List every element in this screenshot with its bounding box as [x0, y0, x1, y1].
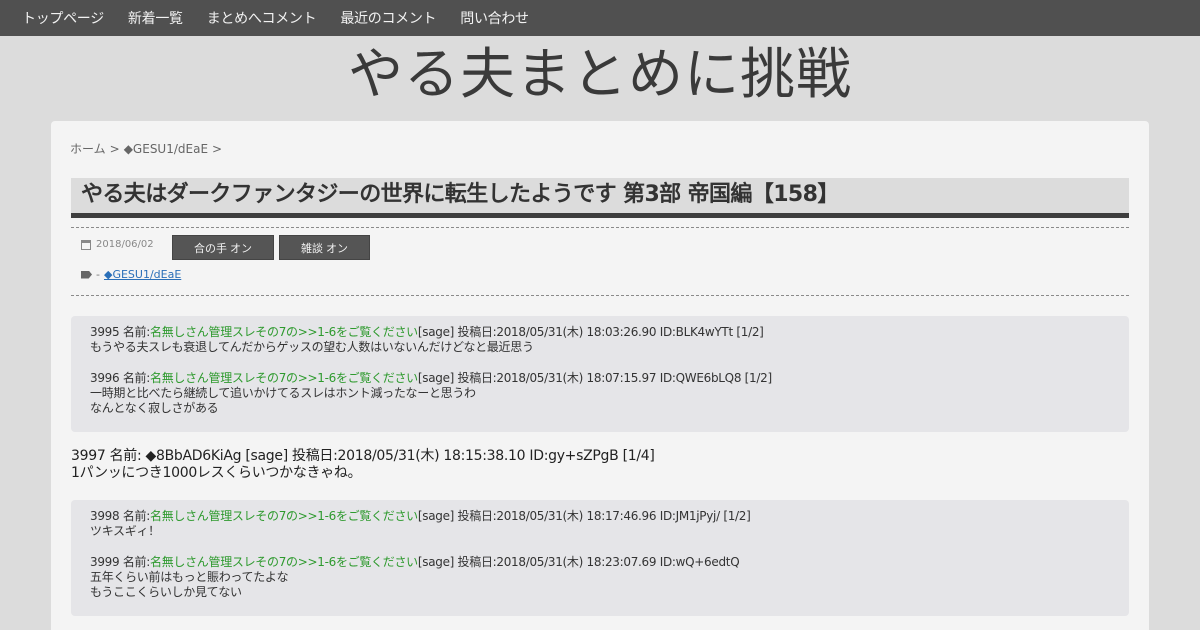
response-meta: [sage] 投稿日:2018/05/31(木) 18:17:46.96 ID:…	[417, 509, 751, 523]
response-name: 名無しさん管理スレその7の>>1-6をご覧ください	[150, 555, 418, 569]
response-header: 3997 名前: ◆8BbAD6KiAg [sage] 投稿日:2018/05/…	[71, 448, 655, 464]
calendar-icon	[81, 239, 91, 250]
response-header: 3995 名前:名無しさん管理スレその7の>>1-6をご覧ください[sage] …	[90, 325, 1110, 340]
response-3996: 3996 名前:名無しさん管理スレその7の>>1-6をご覧ください[sage] …	[90, 371, 1110, 416]
response-meta: [sage] 投稿日:2018/05/31(木) 18:23:07.69 ID:…	[417, 555, 740, 569]
response-3999: 3999 名前:名無しさん管理スレその7の>>1-6をご覧ください[sage] …	[90, 555, 1110, 600]
comment-box: 3998 名前:名無しさん管理スレその7の>>1-6をご覧ください[sage] …	[71, 500, 1129, 616]
tag-prefix: -	[96, 268, 100, 281]
article-card: ホーム > ◆GESU1/dEaE > やる夫はダークファンタジーの世界に転生し…	[51, 121, 1149, 630]
response-meta: [sage] 投稿日:2018/05/31(木) 18:07:15.97 ID:…	[417, 371, 772, 385]
tag-icon	[81, 270, 92, 279]
response-number: 3996 名前:	[90, 371, 150, 385]
top-nav: トップページ 新着一覧 まとめへコメント 最近のコメント 問い合わせ	[0, 0, 1200, 36]
response-name: 名無しさん管理スレその7の>>1-6をご覧ください	[150, 325, 418, 339]
nav-new-list[interactable]: 新着一覧	[128, 8, 183, 28]
response-header: 3999 名前:名無しさん管理スレその7の>>1-6をご覧ください[sage] …	[90, 555, 1110, 570]
response-meta: [sage] 投稿日:2018/05/31(木) 18:03:26.90 ID:…	[417, 325, 764, 339]
response-body-line: なんとなく寂しさがある	[90, 401, 219, 415]
response-number: 3998 名前:	[90, 509, 150, 523]
site-title[interactable]: やる夫まとめに挑戦	[0, 38, 1200, 110]
divider	[71, 295, 1129, 296]
zatsudan-toggle-button[interactable]: 雑談 オン	[279, 235, 370, 260]
nav-top-page[interactable]: トップページ	[22, 8, 104, 28]
response-3998: 3998 名前:名無しさん管理スレその7の>>1-6をご覧ください[sage] …	[90, 509, 1110, 539]
aite-toggle-button[interactable]: 合の手 オン	[172, 235, 274, 260]
response-header: 3998 名前:名無しさん管理スレその7の>>1-6をご覧ください[sage] …	[90, 509, 1110, 524]
comment-box: 3995 名前:名無しさん管理スレその7の>>1-6をご覧ください[sage] …	[71, 316, 1129, 432]
nav-recent-comments[interactable]: 最近のコメント	[340, 8, 436, 28]
response-name: 名無しさん管理スレその7の>>1-6をご覧ください	[150, 509, 418, 523]
tag-link-author[interactable]: ◆GESU1/dEaE	[104, 268, 181, 281]
breadcrumb-separator: >	[212, 141, 223, 156]
nav-matome-comment[interactable]: まとめへコメント	[207, 8, 317, 28]
response-body-line: 五年くらい前はもっと賑わってたよな	[90, 570, 289, 584]
response-number: 3995 名前:	[90, 325, 150, 339]
response-header: 3996 名前:名無しさん管理スレその7の>>1-6をご覧ください[sage] …	[90, 371, 1110, 386]
breadcrumb-separator: >	[109, 141, 120, 156]
response-3997: 3997 名前: ◆8BbAD6KiAg [sage] 投稿日:2018/05/…	[71, 448, 655, 482]
post-date: 2018/06/02	[81, 239, 154, 250]
response-3995: 3995 名前:名無しさん管理スレその7の>>1-6をご覧ください[sage] …	[90, 325, 1110, 355]
breadcrumb-author[interactable]: ◆GESU1/dEaE	[124, 142, 208, 156]
response-body-line: 1パンッにつき1000レスくらいつかなきゃね。	[71, 465, 362, 481]
breadcrumb: ホーム > ◆GESU1/dEaE >	[70, 140, 226, 157]
post-title: やる夫はダークファンタジーの世界に転生したようです 第3部 帝国編【158】	[71, 178, 1129, 218]
breadcrumb-home[interactable]: ホーム	[70, 140, 106, 157]
response-body-line: ツキスギィ！	[90, 524, 160, 538]
response-body-line: 一時期と比べたら継続して追いかけてるスレはホント減ったなーと思うわ	[90, 386, 476, 400]
response-body-line: もうここくらいしか見てない	[90, 585, 242, 599]
post-tags: - ◆GESU1/dEaE	[81, 268, 181, 281]
response-name: 名無しさん管理スレその7の>>1-6をご覧ください	[150, 371, 418, 385]
divider	[71, 227, 1129, 228]
response-body-line: もうやる夫スレも衰退してんだからゲッスの望む人数はいないんだけどなと最近思う	[90, 340, 534, 354]
response-number: 3999 名前:	[90, 555, 150, 569]
nav-contact[interactable]: 問い合わせ	[460, 8, 529, 28]
post-date-text: 2018/06/02	[96, 239, 154, 250]
